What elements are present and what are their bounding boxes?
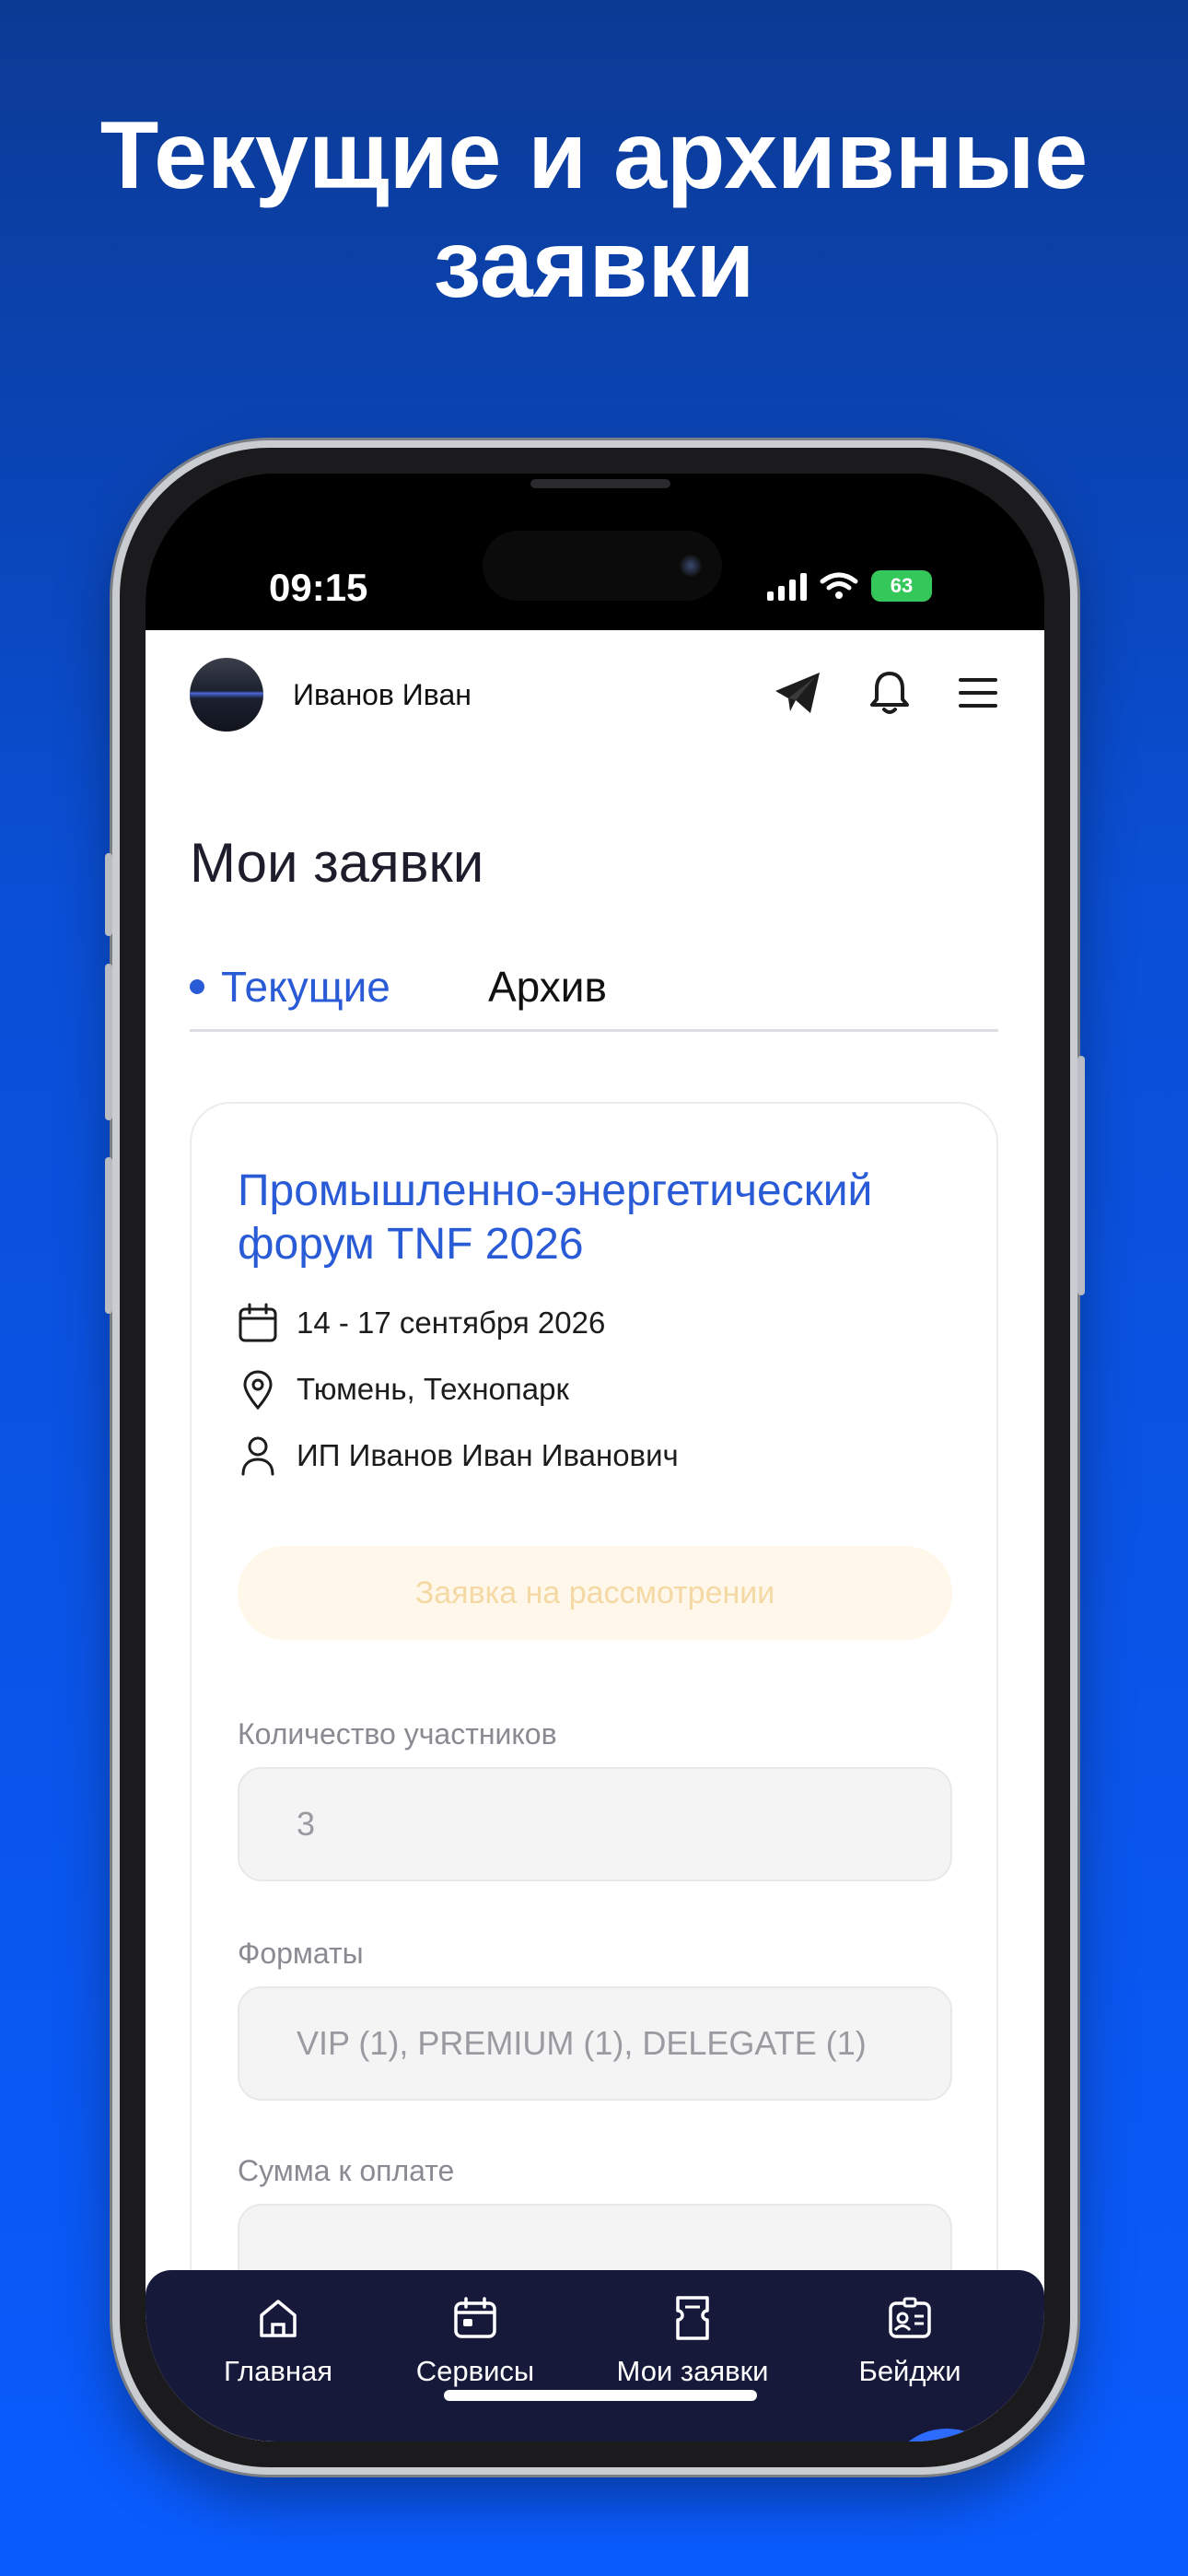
battery-charging-icon: 63 [871, 570, 932, 602]
services-icon [449, 2292, 501, 2344]
status-badge: Заявка на рассмотрении [238, 1546, 952, 1640]
battery-level: 63 [890, 574, 914, 597]
payment-label: Сумма к оплате [238, 2154, 455, 2187]
nav-label-badges: Бейджи [858, 2355, 961, 2387]
front-camera-icon [680, 555, 702, 577]
applicant: ИП Иванов Иван Иванович [238, 1435, 679, 1476]
nav-label-services: Сервисы [415, 2355, 535, 2387]
active-tab-dot [190, 978, 204, 994]
user-name[interactable]: Иванов Иван [293, 678, 472, 712]
nav-item-my-applications[interactable]: Мои заявки [591, 2292, 794, 2388]
event-location-text: Тюмень, Технопарк [297, 1372, 569, 1406]
app-screen: Иванов Иван Мои заявки Текущие Архив Про… [146, 630, 1044, 2441]
nav-item-badges[interactable]: Бейджи [809, 2292, 1011, 2388]
event-dates: 14 - 17 сентября 2026 [238, 1303, 605, 1343]
tab-archive-label: Архив [488, 963, 607, 1011]
person-icon [238, 1435, 278, 1476]
formats-field: VIP (1), PREMIUM (1), DELEGATE (1) [238, 1986, 952, 2101]
cellular-signal-icon [767, 571, 807, 601]
applicant-text: ИП Иванов Иван Иванович [297, 1438, 679, 1472]
avatar[interactable] [190, 658, 263, 732]
home-icon [252, 2292, 304, 2344]
event-dates-text: 14 - 17 сентября 2026 [297, 1306, 606, 1340]
nav-label-home: Главная [224, 2355, 332, 2387]
telegram-icon[interactable] [772, 667, 823, 719]
menu-icon[interactable] [952, 667, 1004, 719]
nav-label-my-applications: Мои заявки [616, 2355, 769, 2387]
bell-icon[interactable] [864, 667, 915, 719]
app-header: Иванов Иван [146, 630, 1044, 755]
event-location: Тюмень, Технопарк [238, 1369, 569, 1410]
tab-archive[interactable]: Архив [488, 962, 607, 1012]
badge-icon [884, 2292, 936, 2344]
location-pin-icon [238, 1369, 278, 1410]
volume-up-button [105, 964, 112, 1120]
promo-headline: Текущие и архивные заявки [0, 101, 1188, 319]
event-title[interactable]: Промышленно-энергетический форум TNF 202… [238, 1165, 956, 1271]
phone-screen: 09:15 63 Иванов Иван Мои заявки Текущие … [146, 474, 1044, 2441]
home-indicator[interactable] [444, 2390, 757, 2401]
earpiece-speaker [530, 479, 670, 488]
formats-label: Форматы [238, 1937, 364, 1970]
application-card[interactable]: Промышленно-энергетический форум TNF 202… [190, 1102, 998, 2441]
status-time: 09:15 [269, 566, 368, 609]
participants-field: 3 [238, 1767, 952, 1881]
headline-line-2: заявки [433, 211, 755, 318]
bottom-nav: Главная Сервисы Мои заявки Бейджи [146, 2270, 1044, 2441]
nav-item-services[interactable]: Сервисы [374, 2292, 577, 2388]
tab-current[interactable]: Текущие [190, 962, 390, 1012]
participants-label: Количество участников [238, 1717, 557, 1751]
wifi-icon [820, 572, 858, 599]
calendar-icon [238, 1303, 278, 1343]
headline-line-1: Текущие и архивные [99, 102, 1089, 209]
page-title: Мои заявки [190, 832, 484, 894]
tickets-icon [667, 2292, 718, 2344]
nav-item-home[interactable]: Главная [177, 2292, 379, 2388]
tab-current-label: Текущие [221, 963, 390, 1011]
tabs: Текущие Архив [190, 962, 998, 1032]
phone-frame: 09:15 63 Иванов Иван Мои заявки Текущие … [105, 440, 1085, 2475]
volume-down-button [105, 1157, 112, 1314]
power-button [1077, 1056, 1085, 1295]
action-button [105, 853, 112, 936]
status-icons: 63 [767, 566, 932, 606]
